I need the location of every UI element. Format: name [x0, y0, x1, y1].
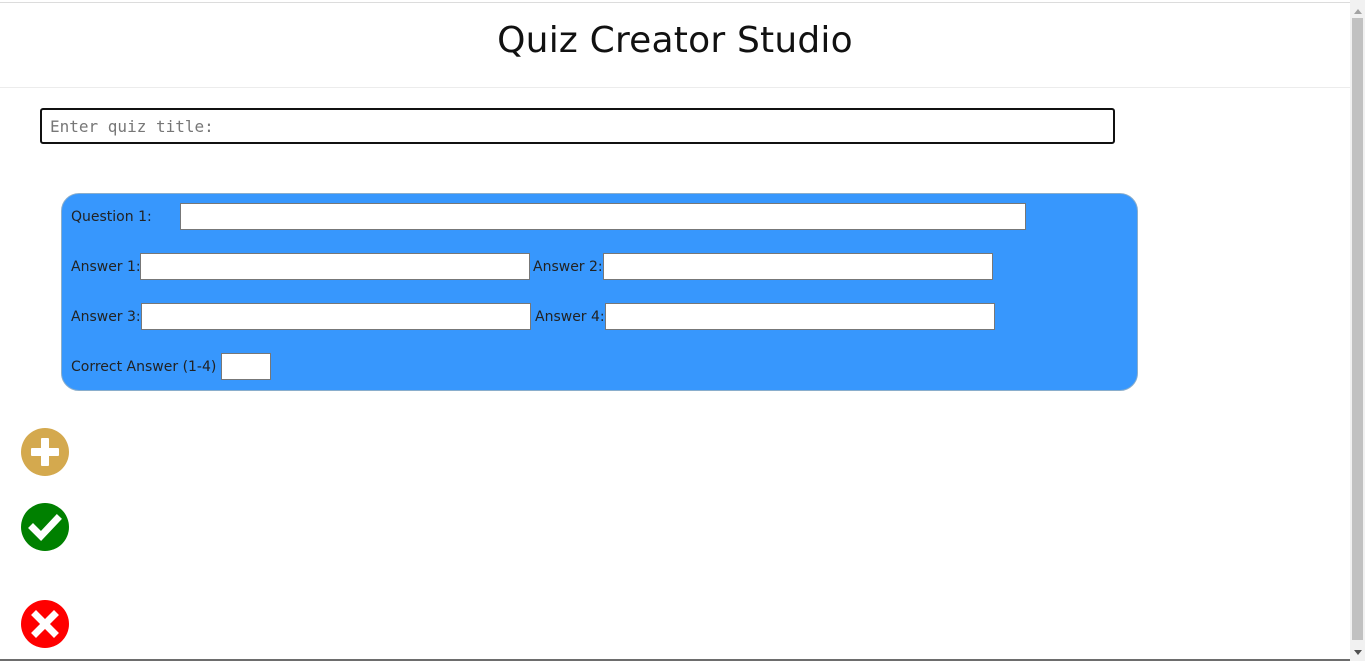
answer-4-label: Answer 4:	[535, 309, 605, 325]
correct-answer-input[interactable]	[221, 353, 271, 380]
answer-1-input[interactable]	[140, 253, 530, 280]
plus-circle-icon	[31, 438, 59, 466]
question-label: Question 1:	[71, 209, 152, 225]
page-header: Quiz Creator Studio	[0, 3, 1350, 88]
answer-1-label: Answer 1:	[71, 259, 141, 275]
add-question-button[interactable]	[21, 428, 69, 476]
scroll-down-arrow-icon[interactable]	[1354, 650, 1362, 655]
page-title: Quiz Creator Studio	[497, 20, 853, 61]
correct-answer-label: Correct Answer (1-4) :	[71, 359, 226, 375]
scroll-up-arrow-icon[interactable]	[1354, 9, 1362, 14]
quiz-title-input[interactable]	[40, 108, 1115, 144]
answer-2-label: Answer 2:	[533, 259, 603, 275]
question-input[interactable]	[180, 203, 1026, 230]
answer-3-label: Answer 3:	[71, 309, 141, 325]
save-quiz-button[interactable]	[21, 503, 69, 551]
x-circle-icon	[31, 610, 59, 638]
question-card: Question 1: Answer 1: Answer 2: Answer 3…	[61, 193, 1138, 391]
answer-2-input[interactable]	[603, 253, 993, 280]
check-circle-icon	[28, 514, 62, 542]
scroll-thumb[interactable]	[1352, 18, 1363, 640]
answer-4-input[interactable]	[605, 303, 995, 330]
answer-3-input[interactable]	[141, 303, 531, 330]
vertical-scrollbar[interactable]	[1350, 0, 1365, 661]
cancel-quiz-button[interactable]	[21, 600, 69, 648]
